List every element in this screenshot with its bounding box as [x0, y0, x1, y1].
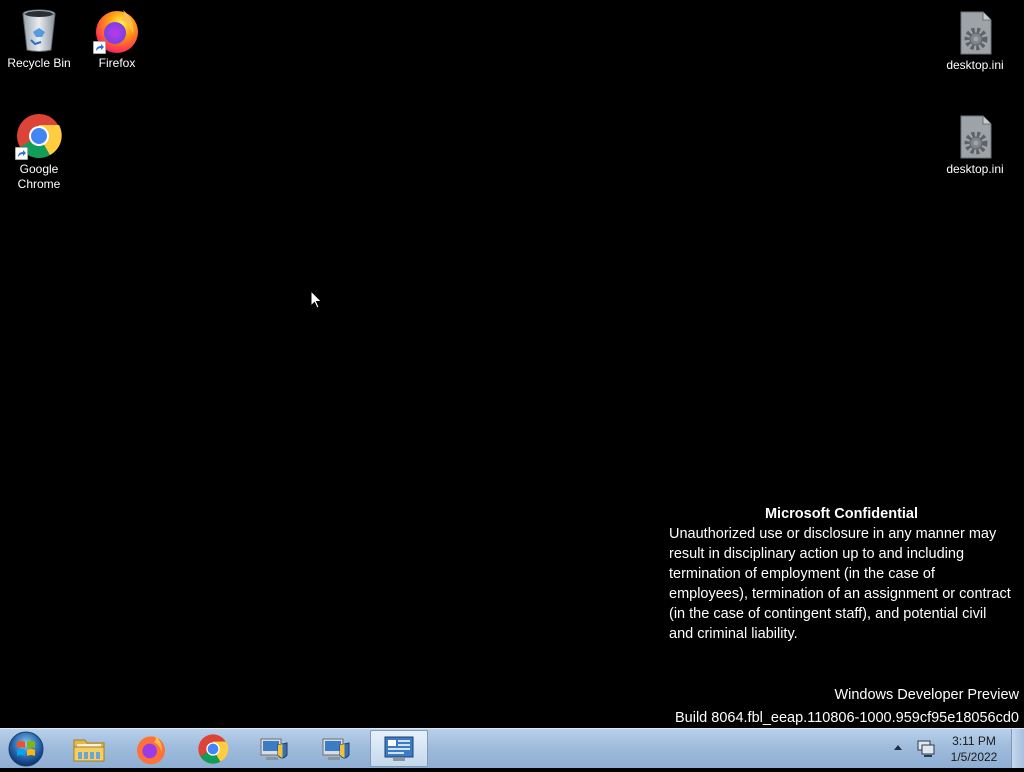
show-hidden-icons-icon[interactable] — [888, 738, 908, 758]
firefox-icon — [93, 6, 141, 54]
system-tray — [888, 729, 938, 767]
network-icon[interactable] — [914, 738, 938, 758]
taskbar-firefox-button[interactable] — [122, 730, 180, 767]
clock-time: 3:11 PM — [952, 734, 996, 748]
desktop-icon-label: Firefox — [98, 56, 136, 70]
windows-start-icon — [8, 731, 44, 767]
firefox-icon — [137, 735, 165, 764]
desktop-icon-label: Google Chrome — [17, 162, 61, 191]
taskbar: 3:11 PM 1/5/2022 — [0, 728, 1024, 768]
taskbar-admin-tool-button[interactable] — [246, 730, 304, 767]
taskbar-chrome-button[interactable] — [184, 730, 242, 767]
taskbar-admin-tool-button[interactable] — [308, 730, 366, 767]
desktop-icon-firefox[interactable]: Firefox — [79, 6, 155, 71]
settings-file-icon — [951, 8, 999, 56]
chrome-icon — [15, 112, 63, 160]
shortcut-arrow-icon — [15, 147, 28, 160]
start-button[interactable] — [6, 731, 46, 767]
settings-file-icon — [951, 112, 999, 160]
confidential-notice: Microsoft Confidential Unauthorized use … — [669, 504, 1014, 644]
desktop-icon-label: desktop.ini — [946, 58, 1004, 72]
folder-icon — [73, 739, 105, 761]
desktop-icon-desktop-ini[interactable]: desktop.ini — [937, 112, 1013, 177]
watermark-product: Windows Developer Preview — [834, 687, 1019, 703]
clock-date: 1/5/2022 — [950, 750, 998, 764]
recycle-bin-icon — [15, 6, 63, 54]
watermark-build: Build 8064.fbl_eeap.110806-1000.959cf95e… — [674, 710, 1019, 726]
notice-body: Unauthorized use or disclosure in any ma… — [669, 526, 1011, 642]
desktop-icon-recycle-bin[interactable]: Recycle Bin — [1, 6, 77, 71]
clock[interactable]: 3:11 PM 1/5/2022 — [944, 733, 1004, 765]
shortcut-arrow-icon — [93, 41, 106, 54]
build-watermark: Windows Developer Preview Build 8064.fbl… — [675, 684, 1019, 728]
taskbar-control-panel-button[interactable] — [370, 730, 428, 767]
desktop-icon-label: Recycle Bin — [7, 56, 71, 70]
notice-title: Microsoft Confidential — [764, 506, 919, 522]
desktop-icon-desktop-ini[interactable]: desktop.ini — [937, 8, 1013, 73]
taskbar-file-explorer-button[interactable] — [60, 730, 118, 767]
desktop[interactable]: Recycle Bin Firefox Google Chrome deskto… — [0, 0, 1024, 728]
admin-tool-icon — [260, 738, 288, 760]
mouse-cursor-icon — [310, 290, 323, 309]
desktop-icon-label: desktop.ini — [946, 162, 1004, 176]
desktop-icon-google-chrome[interactable]: Google Chrome — [1, 112, 77, 192]
control-panel-icon — [384, 736, 414, 761]
chrome-icon — [198, 733, 229, 764]
show-desktop-button[interactable] — [1011, 729, 1024, 768]
admin-tool-icon — [322, 738, 350, 760]
